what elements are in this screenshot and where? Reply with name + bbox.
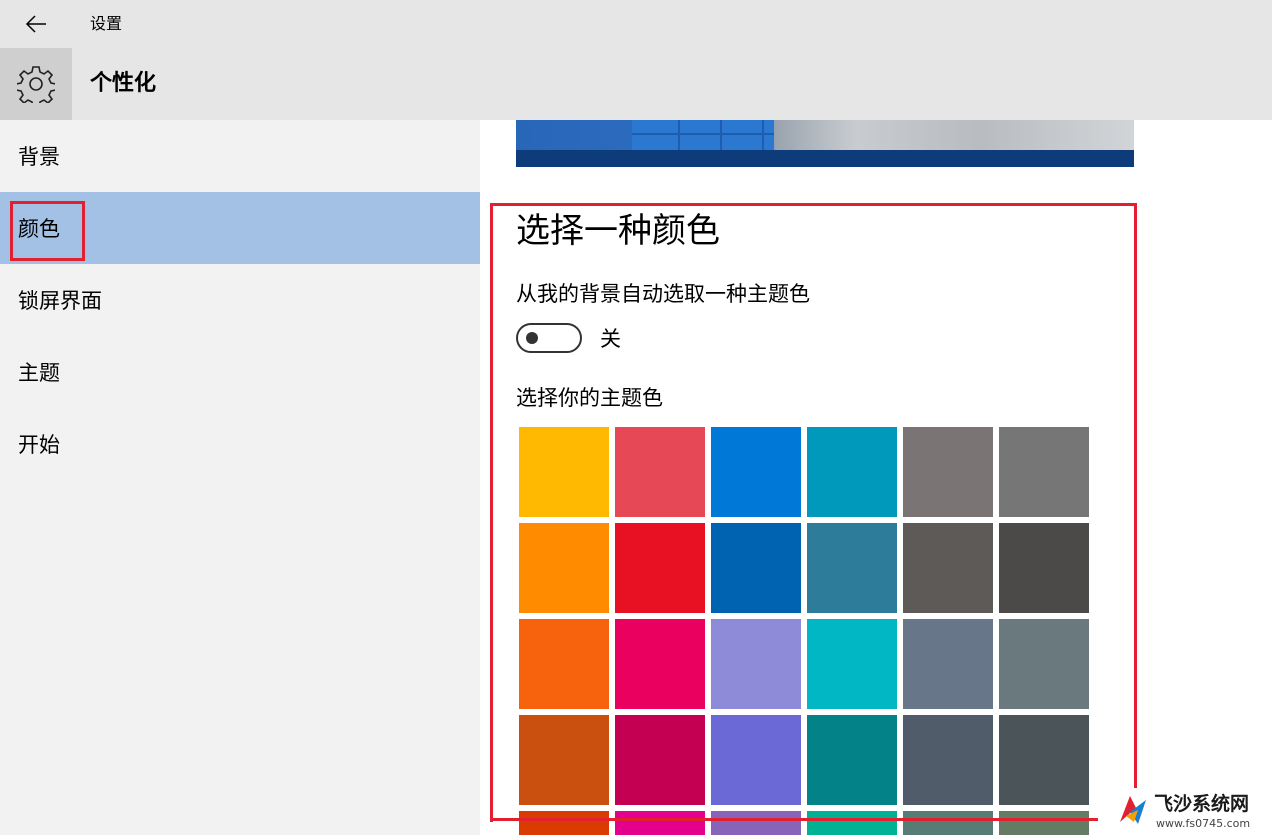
page-header: 个性化 <box>0 48 1272 120</box>
sidebar-item-label: 背景 <box>18 145 60 169</box>
sidebar-item-label: 开始 <box>18 433 60 457</box>
annotation-highlight-frame-bottom <box>490 818 1098 821</box>
page-title: 个性化 <box>90 71 157 96</box>
sidebar-item-background[interactable]: 背景 <box>0 120 480 192</box>
sidebar-item-lock-screen[interactable]: 锁屏界面 <box>0 264 480 336</box>
preview-image <box>516 120 1134 167</box>
sidebar-item-label: 主题 <box>18 361 60 385</box>
back-arrow-icon <box>25 15 46 33</box>
back-button[interactable] <box>0 0 72 48</box>
watermark-site-name: 飞沙系统网 <box>1154 793 1250 815</box>
sidebar-item-start[interactable]: 开始 <box>0 408 480 480</box>
sidebar-item-label: 锁屏界面 <box>18 289 102 313</box>
site-logo-icon <box>1120 796 1146 824</box>
title-bar: 设置 <box>0 0 1272 48</box>
start-tiles-preview <box>632 120 774 150</box>
gear-icon <box>17 66 55 103</box>
app-title: 设置 <box>90 14 123 33</box>
taskbar-preview <box>516 150 1134 167</box>
watermark: 飞沙系统网 www.fs0745.com <box>1110 788 1272 835</box>
highlight-box-colors <box>10 201 85 261</box>
sidebar-item-themes[interactable]: 主题 <box>0 336 480 408</box>
gear-icon-tile <box>0 48 72 120</box>
watermark-url: www.fs0745.com <box>1156 817 1251 830</box>
annotation-highlight-frame <box>490 203 1137 822</box>
